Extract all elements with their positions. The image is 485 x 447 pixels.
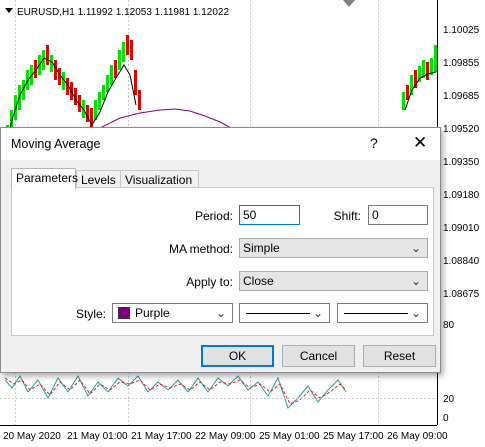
chevron-down-icon: ⌄	[312, 306, 323, 320]
candle	[114, 60, 117, 78]
apply-to-label: Apply to:	[186, 275, 233, 289]
shift-input[interactable]: 0	[368, 205, 428, 225]
price-axis-label: 1.08840	[443, 256, 480, 267]
indicator-axis-label: 0	[443, 413, 449, 424]
candle	[434, 45, 437, 72]
style-color-select[interactable]: Purple ⌄	[112, 303, 233, 323]
line-style-select[interactable]: ⌄	[239, 303, 330, 323]
moving-average-dialog: Moving Average ? ✕ Parameters Levels Vis…	[0, 127, 441, 373]
price-axis-label: 1.09180	[443, 190, 480, 201]
time-axis-label: 25 May 17:00	[323, 431, 384, 442]
ma-method-value: Simple	[243, 241, 280, 255]
time-axis-label: 21 May 17:00	[131, 431, 192, 442]
time-axis-label: 21 May 01:00	[67, 431, 128, 442]
candle	[122, 42, 125, 62]
parameters-panel: Period: 50 Shift: 0 MA method: Simple ⌄ …	[11, 187, 434, 336]
candle	[98, 92, 101, 110]
time-axis-label: 25 May 01:00	[259, 431, 320, 442]
price-axis-label: 1.10025	[443, 25, 480, 36]
price-axis-label: 1.09855	[443, 58, 480, 69]
solid-line-icon	[246, 313, 310, 314]
price-axis-label: 1.09685	[443, 91, 480, 102]
time-axis-label: 22 May 09:00	[195, 431, 256, 442]
cancel-button[interactable]: Cancel	[282, 345, 355, 367]
candle	[46, 45, 49, 65]
candle	[138, 90, 141, 110]
tab-visualization[interactable]: Visualization	[120, 170, 199, 188]
candle	[402, 92, 405, 110]
chevron-down-icon: ⌄	[410, 306, 421, 320]
chart-symbol-header: EURUSD,H1 1.11992 1.12053 1.11981 1.1202…	[17, 7, 229, 18]
ma-method-select[interactable]: Simple ⌄	[239, 238, 428, 258]
tab-parameters[interactable]: Parameters	[11, 168, 78, 189]
candle	[58, 68, 61, 85]
apply-to-select[interactable]: Close ⌄	[239, 271, 428, 291]
line-width-select[interactable]: ⌄	[337, 303, 428, 323]
candle	[130, 40, 133, 60]
tab-levels[interactable]: Levels	[76, 170, 121, 188]
candle	[118, 50, 121, 70]
apply-to-value: Close	[243, 274, 274, 288]
candle	[426, 62, 429, 80]
price-axis-label: 1.09010	[443, 223, 480, 234]
style-label: Style:	[75, 307, 106, 321]
ma-method-label: MA method:	[168, 242, 233, 256]
indicator-axis-label: 20	[443, 394, 455, 405]
time-axis-label: 20 May 2020	[3, 431, 61, 442]
close-icon[interactable]: ✕	[413, 133, 427, 153]
time-axis: 20 May 2020 21 May 01:00 21 May 17:00 22…	[3, 431, 448, 442]
time-axis-label: 26 May 09:00	[387, 431, 448, 442]
candle	[110, 65, 113, 85]
candle	[102, 85, 105, 100]
shift-label: Shift:	[333, 209, 361, 223]
candle	[406, 85, 409, 100]
price-axis-label: 1.09350	[443, 157, 480, 168]
indicator-axis-label: 80	[443, 320, 455, 331]
candle	[126, 35, 129, 55]
candle	[106, 75, 109, 92]
candle	[134, 70, 137, 95]
price-axis: 1.10025 1.09855 1.09685 1.09520 1.09350 …	[443, 25, 480, 300]
style-color-value: Purple	[135, 306, 170, 320]
period-label: Period:	[194, 209, 233, 223]
period-input[interactable]: 50	[239, 205, 300, 225]
chevron-down-icon: ⌄	[410, 274, 421, 288]
chevron-down-icon: ⌄	[215, 306, 226, 320]
dialog-titlebar[interactable]: Moving Average ? ✕	[1, 128, 440, 160]
ok-button[interactable]: OK	[201, 345, 274, 367]
chevron-down-icon: ⌄	[410, 241, 421, 255]
price-axis-label: 1.09520	[443, 124, 480, 135]
reset-button[interactable]: Reset	[363, 345, 436, 367]
help-icon[interactable]: ?	[370, 135, 378, 151]
color-swatch-icon	[118, 307, 130, 319]
dialog-title: Moving Average	[11, 137, 101, 151]
price-axis-label: 1.08675	[443, 289, 480, 300]
line-width-icon	[344, 313, 408, 314]
